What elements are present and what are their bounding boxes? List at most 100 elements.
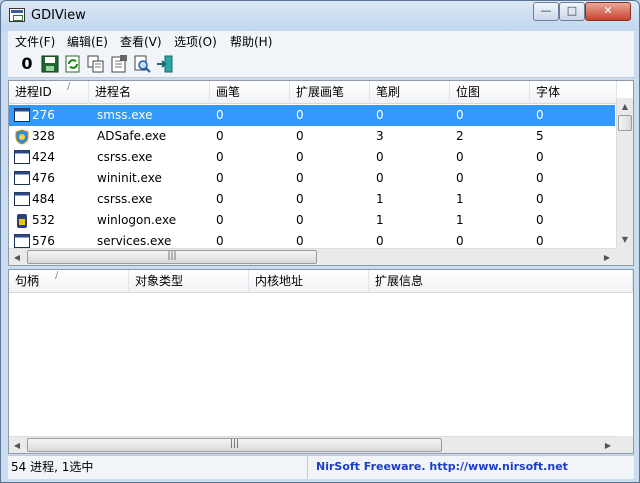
scroll-right-arrow[interactable]: ▶ [600, 437, 616, 453]
menu-options[interactable]: 选项(O) [174, 33, 217, 50]
minimize-button[interactable]: — [533, 2, 559, 21]
handle-list[interactable]: 句柄 / 对象类型 内核地址 扩展信息 ◀ ||| ▶ [8, 269, 634, 454]
column-pen[interactable]: 画笔 [210, 81, 290, 104]
refresh-button[interactable] [64, 55, 82, 73]
cell-pid: 532 [32, 213, 55, 227]
cell-pen: 0 [216, 171, 224, 185]
scroll-up-arrow[interactable]: ▲ [617, 98, 633, 115]
handle-list-header: 句柄 / 对象类型 内核地址 扩展信息 [9, 270, 633, 293]
cell-bitmap: 1 [456, 213, 464, 227]
close-button[interactable]: ✕ [585, 2, 631, 21]
nirsoft-link[interactable]: NirSoft Freeware. http://www.nirsoft.net [316, 456, 568, 479]
column-object-type[interactable]: 对象类型 [129, 270, 249, 293]
save-button[interactable] [41, 55, 59, 73]
cell-pid: 276 [32, 108, 55, 122]
cell-font: 0 [536, 150, 544, 164]
column-extended-info[interactable]: 扩展信息 [369, 270, 633, 293]
column-label: 进程ID [15, 85, 52, 99]
title-bar[interactable]: GDIView — □ ✕ [1, 1, 639, 31]
toolbar: 0 [8, 51, 634, 78]
cell-ext-pen: 0 [296, 108, 304, 122]
menu-edit[interactable]: 编辑(E) [67, 33, 108, 50]
column-bitmap[interactable]: 位图 [450, 81, 530, 104]
find-icon [134, 55, 151, 73]
app-icon [9, 8, 25, 22]
maximize-button[interactable]: □ [559, 2, 585, 21]
scroll-right-arrow[interactable]: ▶ [599, 249, 615, 265]
window-title: GDIView [31, 8, 86, 23]
menu-file[interactable]: 文件(F) [15, 33, 55, 50]
cell-bitmap: 0 [456, 108, 464, 122]
exit-icon [157, 55, 173, 73]
process-list-hscroll[interactable]: ◀ ||| ▶ [9, 248, 616, 265]
column-label: 画笔 [216, 85, 241, 99]
cell-name: winlogon.exe [97, 213, 177, 227]
find-button[interactable] [133, 55, 151, 73]
cell-name: csrss.exe [97, 150, 153, 164]
cell-pid: 476 [32, 171, 55, 185]
column-ext-pen[interactable]: 扩展画笔 [290, 81, 370, 104]
copy-icon [87, 55, 104, 73]
process-list-header: 进程ID / 进程名 画笔 扩展画笔 笔刷 位图 字体 [9, 81, 617, 104]
scroll-thumb[interactable]: ||| [27, 250, 317, 264]
table-row[interactable]: 328 ADSafe.exe 0 0 3 2 5 [9, 126, 615, 147]
sort-icon: / [55, 270, 59, 281]
window-icon [14, 234, 30, 248]
properties-icon [111, 55, 127, 73]
process-list-vscroll[interactable]: ▲ ▼ [616, 98, 633, 248]
gdiview-window: GDIView — □ ✕ 文件(F) 编辑(E) 查看(V) 选项(O) 帮助… [0, 0, 640, 483]
cell-pid: 328 [32, 129, 55, 143]
scroll-corner [616, 436, 633, 453]
exit-button[interactable] [156, 55, 174, 73]
cell-ext-pen: 0 [296, 192, 304, 206]
status-process-count: 54 进程, 1选中 [8, 456, 308, 479]
table-row[interactable]: 424 csrss.exe 0 0 0 0 0 [9, 147, 615, 168]
menu-help[interactable]: 帮助(H) [230, 33, 272, 50]
column-handle[interactable]: 句柄 [9, 270, 129, 293]
cell-brush: 0 [376, 150, 384, 164]
table-row[interactable]: 276 smss.exe 0 0 0 0 0 [9, 105, 615, 126]
cell-brush: 0 [376, 108, 384, 122]
column-label: 笔刷 [376, 85, 401, 99]
zero-button[interactable]: 0 [18, 55, 36, 73]
column-process-id[interactable]: 进程ID [9, 81, 89, 104]
column-label: 扩展信息 [375, 274, 424, 288]
table-row[interactable]: 484 csrss.exe 0 0 1 1 0 [9, 189, 615, 210]
column-label: 位图 [456, 85, 481, 99]
cell-ext-pen: 0 [296, 150, 304, 164]
cell-bitmap: 0 [456, 150, 464, 164]
scroll-thumb[interactable]: ||| [27, 438, 442, 452]
scroll-left-arrow[interactable]: ◀ [9, 249, 25, 265]
scroll-left-arrow[interactable]: ◀ [9, 437, 25, 453]
cell-brush: 3 [376, 129, 384, 143]
cell-brush: 1 [376, 213, 384, 227]
shield-icon [14, 129, 30, 145]
process-list[interactable]: 进程ID / 进程名 画笔 扩展画笔 笔刷 位图 字体 276 smss.exe 0… [8, 80, 634, 266]
window-icon [14, 108, 30, 122]
scroll-down-arrow[interactable]: ▼ [617, 231, 633, 248]
column-kernel-address[interactable]: 内核地址 [249, 270, 369, 293]
cell-bitmap: 1 [456, 192, 464, 206]
properties-button[interactable] [110, 55, 128, 73]
cell-font: 5 [536, 129, 544, 143]
handle-list-hscroll[interactable]: ◀ ||| ▶ [9, 436, 617, 453]
cell-bitmap: 0 [456, 171, 464, 185]
window-icon [14, 171, 30, 185]
scroll-thumb[interactable] [618, 115, 632, 131]
cell-ext-pen: 0 [296, 129, 304, 143]
column-process-name[interactable]: 进程名 [89, 81, 210, 104]
column-label: 内核地址 [255, 274, 304, 288]
column-brush[interactable]: 笔刷 [370, 81, 450, 104]
cell-font: 0 [536, 171, 544, 185]
refresh-icon [65, 55, 80, 73]
sort-icon: / [67, 81, 71, 92]
copy-button[interactable] [87, 55, 105, 73]
column-font[interactable]: 字体 [530, 81, 617, 104]
zero-icon: 0 [21, 54, 33, 73]
column-label: 进程名 [95, 85, 132, 99]
save-icon [41, 55, 59, 73]
table-row[interactable]: 532 winlogon.exe 0 0 1 1 0 [9, 210, 615, 231]
menu-view[interactable]: 查看(V) [120, 33, 162, 50]
table-row[interactable]: 476 wininit.exe 0 0 0 0 0 [9, 168, 615, 189]
cell-pen: 0 [216, 150, 224, 164]
